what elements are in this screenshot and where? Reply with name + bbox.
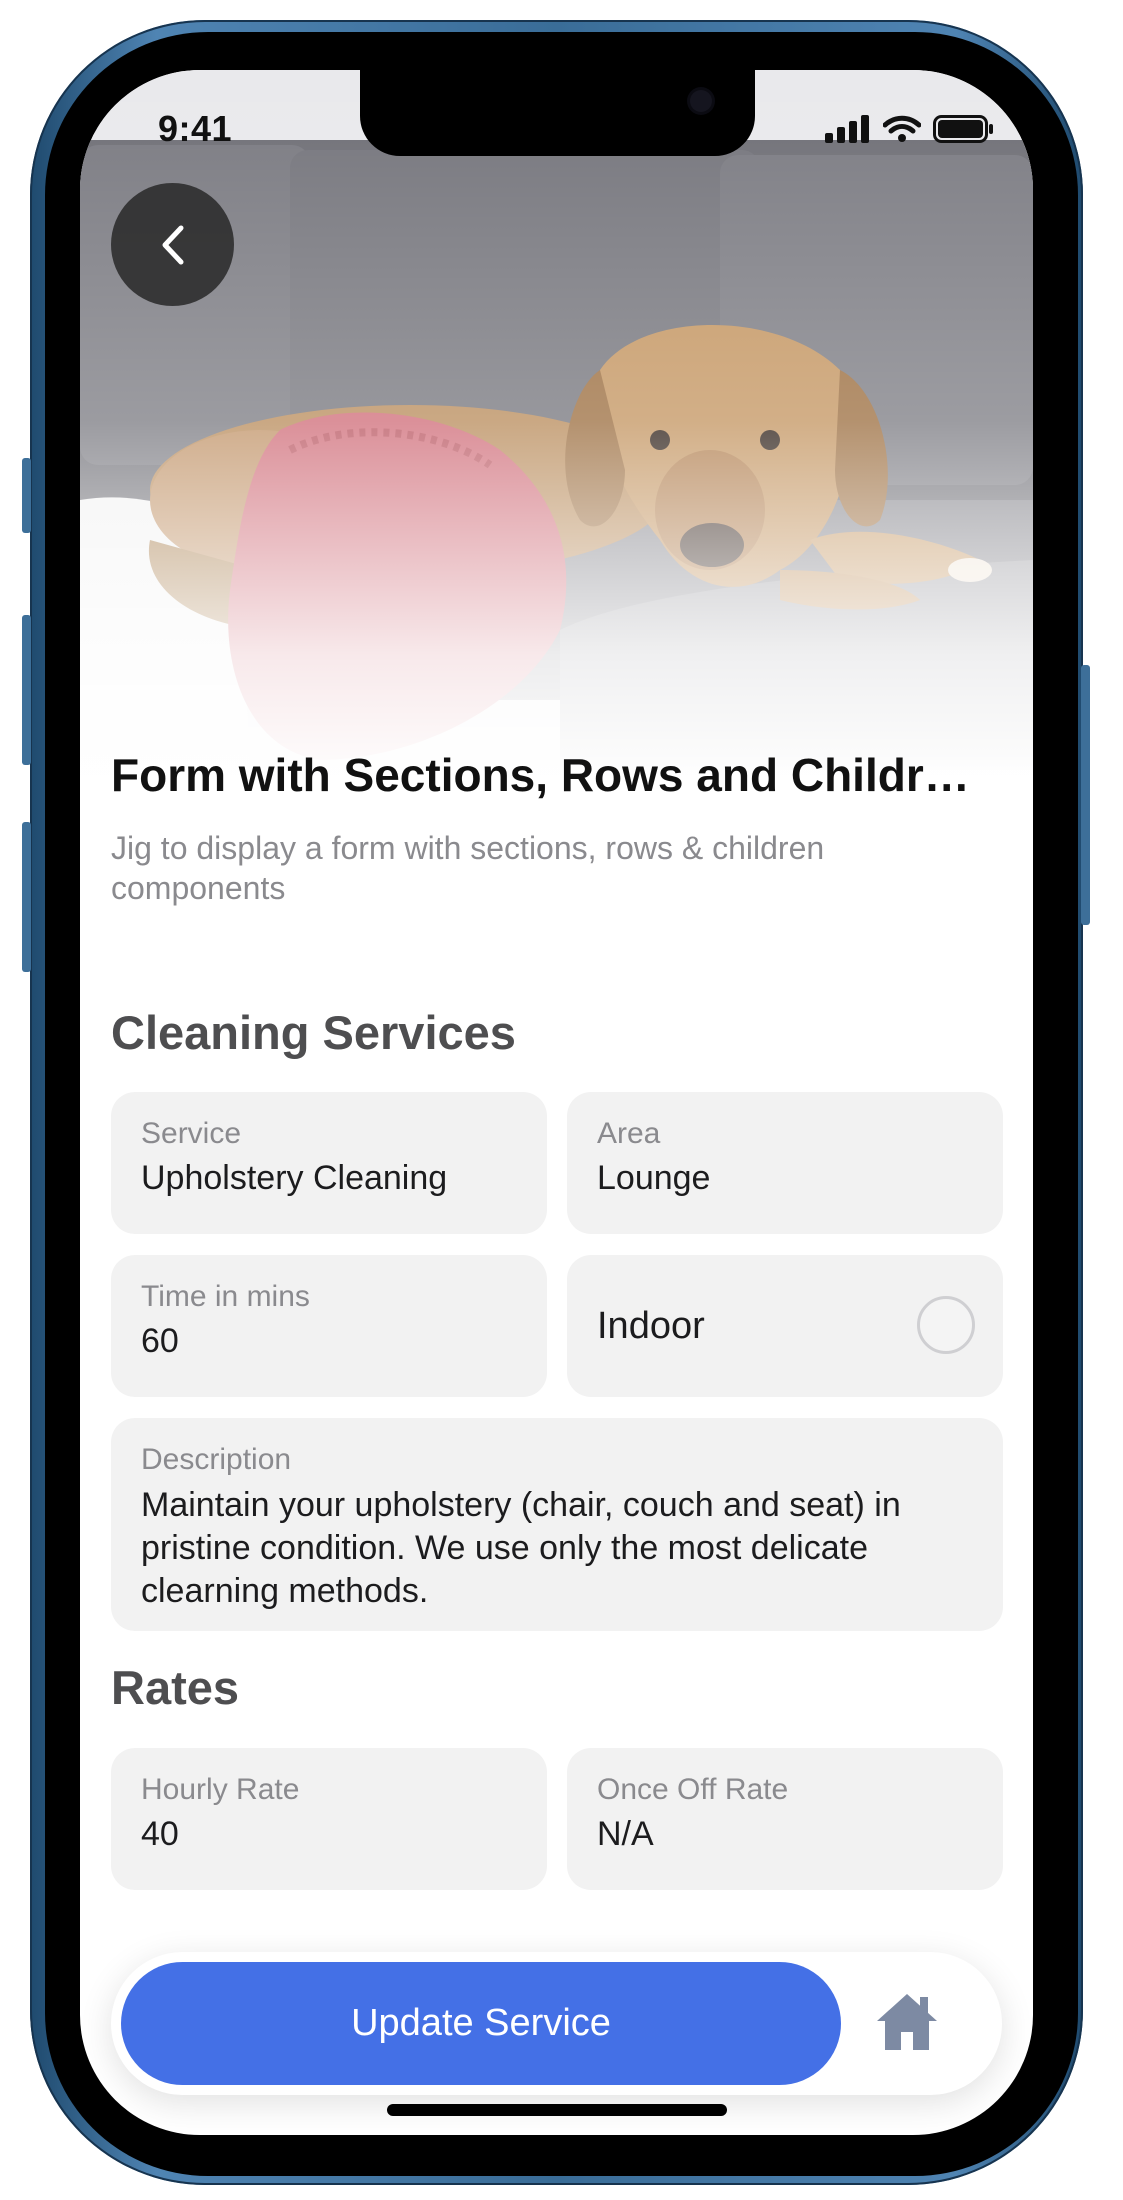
device-volume-up [22, 615, 31, 765]
area-field[interactable]: Area Lounge [567, 1092, 1003, 1234]
update-service-button[interactable]: Update Service [121, 1962, 841, 2085]
wifi-icon [883, 115, 921, 142]
device-volume-down [22, 822, 31, 972]
device-mute-switch [22, 458, 31, 533]
field-label: Time in mins [141, 1280, 310, 1313]
device-notch [360, 70, 755, 156]
status-time: 9:41 [158, 108, 233, 149]
front-camera [690, 90, 712, 112]
back-button[interactable] [111, 183, 234, 306]
hero-image [80, 70, 1033, 850]
home-icon [877, 1994, 937, 2050]
service-field[interactable]: Service Upholstery Cleaning [111, 1092, 547, 1234]
section-title-cleaning-services: Cleaning Services [111, 1006, 516, 1059]
home-button[interactable] [867, 1982, 947, 2062]
page-title: Form with Sections, Rows and Childr… [111, 749, 970, 801]
indoor-radio[interactable] [917, 1296, 975, 1354]
bottom-action-bar: Update Service [111, 1952, 1002, 2095]
hourly-rate-field[interactable]: Hourly Rate 40 [111, 1748, 547, 1890]
description-field[interactable]: Description Maintain your upholstery (ch… [111, 1418, 1003, 1631]
field-value: N/A [597, 1815, 654, 1853]
page-subtitle: Jig to display a form with sections, row… [111, 830, 825, 906]
field-label: Area [597, 1117, 661, 1150]
field-label: Hourly Rate [141, 1773, 300, 1806]
screen: 9:41 Form with Sections, Rows and Childr… [80, 70, 1033, 2135]
field-value: Lounge [597, 1159, 711, 1197]
cellular-signal-icon [825, 115, 869, 143]
time-in-mins-field[interactable]: Time in mins 60 [111, 1255, 547, 1397]
battery-icon [933, 115, 993, 143]
field-label: Service [141, 1117, 242, 1150]
home-indicator [387, 2104, 727, 2116]
indoor-label: Indoor [597, 1304, 705, 1347]
chevron-left-icon [162, 225, 183, 264]
field-value: 60 [141, 1322, 179, 1360]
field-value: Maintain your upholstery (chair, couch a… [141, 1486, 901, 1610]
once-off-rate-field[interactable]: Once Off Rate N/A [567, 1748, 1003, 1890]
field-label: Description [141, 1443, 292, 1476]
field-value: Upholstery Cleaning [141, 1159, 448, 1197]
hero-fade-overlay [80, 70, 1033, 850]
field-label: Once Off Rate [597, 1773, 789, 1806]
indoor-toggle-row[interactable]: Indoor [567, 1255, 1003, 1397]
device-power-button [1081, 665, 1090, 925]
field-value: 40 [141, 1815, 179, 1853]
status-icons [825, 114, 995, 144]
section-title-rates: Rates [111, 1661, 240, 1714]
